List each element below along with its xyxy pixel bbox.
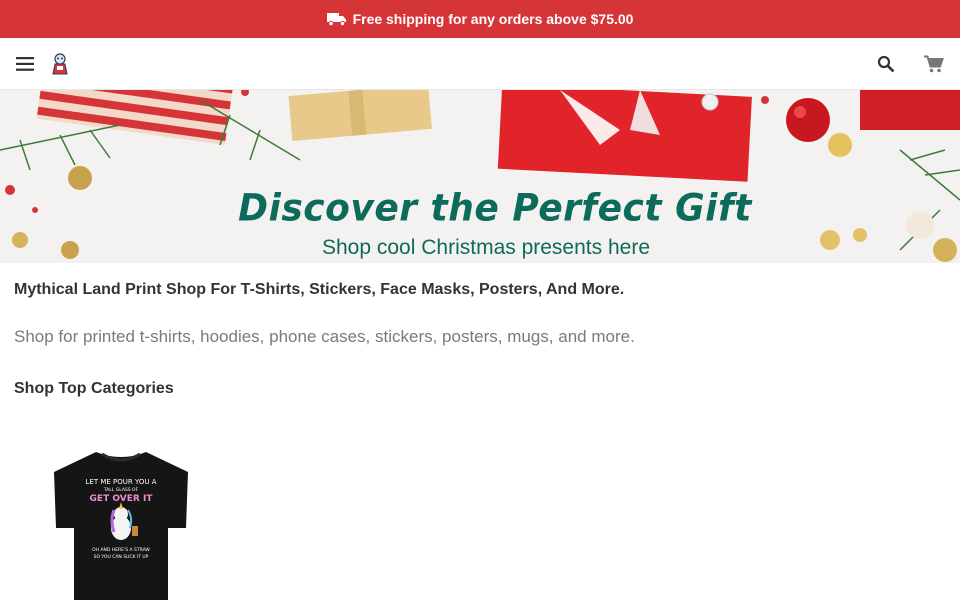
page-heading: Mythical Land Print Shop For T-Shirts, S…: [14, 281, 625, 298]
hero-banner[interactable]: Discover the Perfect Gift Shop cool Chri…: [0, 90, 960, 263]
cart-icon: [924, 55, 944, 73]
promo-text: Free shipping for any orders above $75.0…: [352, 11, 634, 27]
truck-icon: [326, 13, 346, 26]
site-header: [0, 38, 960, 90]
search-button[interactable]: [873, 51, 899, 77]
search-icon: [877, 55, 895, 73]
hero-subtitle: Shop cool Christmas presents here: [322, 236, 650, 259]
menu-button[interactable]: [12, 51, 38, 77]
shirt-print-line5: SO YOU CAN SUCK IT UP: [94, 554, 149, 560]
shirt-print-line1: LET ME POUR YOU A: [86, 478, 157, 486]
unicorn-t-shirt-image: LET ME POUR YOU A TALL GLASS OF GET OVER…: [54, 452, 188, 600]
shirt-print-line4: OH AND HERE'S A STRAW: [92, 547, 150, 553]
promo-banner: Free shipping for any orders above $75.0…: [0, 0, 960, 38]
categories-heading: Shop Top Categories: [14, 380, 174, 397]
shirt-print-line3: GET OVER IT: [90, 494, 154, 504]
shop-logo[interactable]: [48, 52, 72, 76]
page-description: Shop for printed t-shirts, hoodies, phon…: [14, 327, 635, 346]
product-card[interactable]: LET ME POUR YOU A TALL GLASS OF GET OVER…: [48, 448, 194, 600]
hero-title: Discover the Perfect Gift: [238, 186, 752, 231]
menu-icon: [16, 57, 34, 71]
shirt-print-line2: TALL GLASS OF: [103, 487, 139, 493]
cart-button[interactable]: [921, 51, 947, 77]
